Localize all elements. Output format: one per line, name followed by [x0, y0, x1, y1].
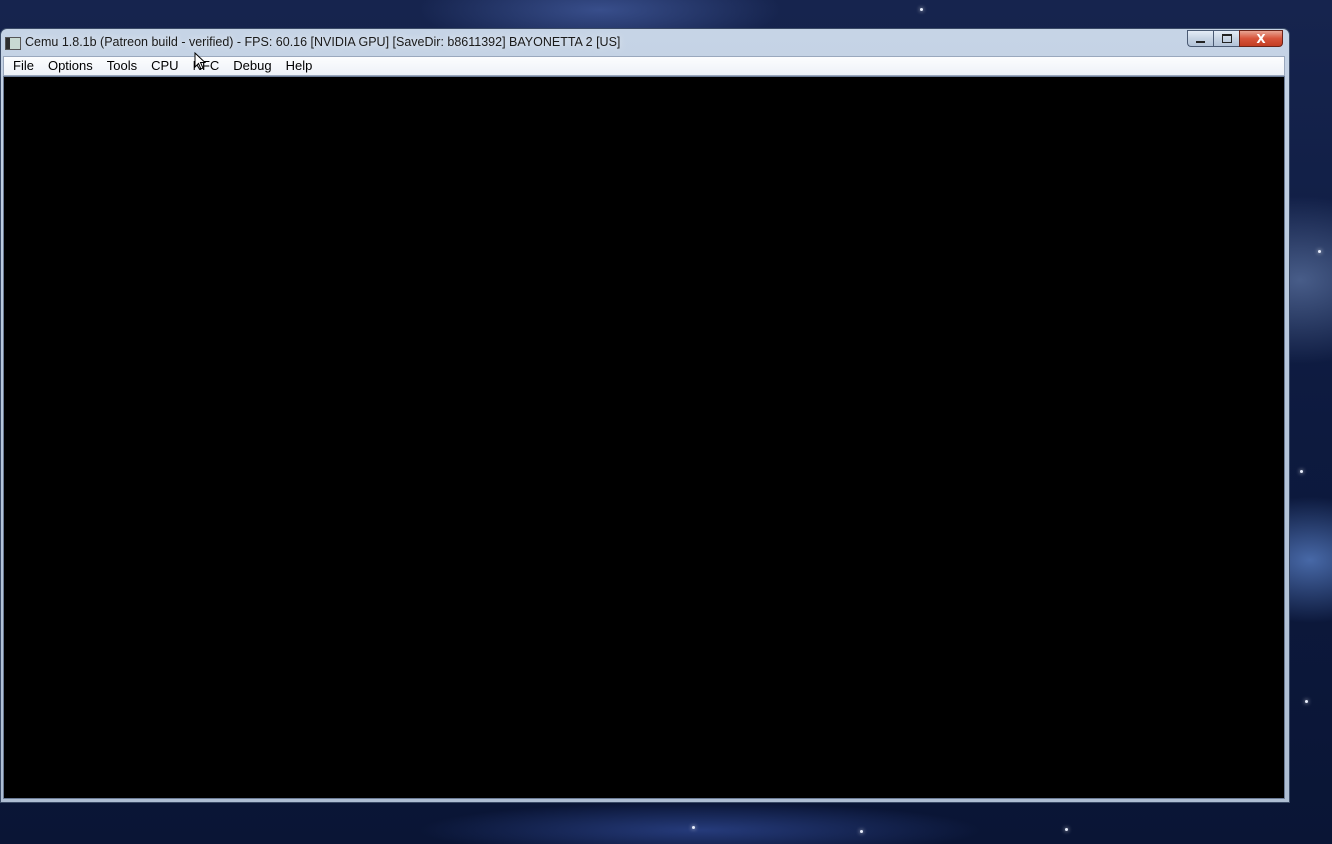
mouse-cursor-icon	[194, 52, 206, 70]
menu-file[interactable]: File	[6, 57, 41, 75]
wallpaper-star	[1065, 828, 1068, 831]
wallpaper-star	[920, 8, 923, 11]
close-icon: X	[1256, 31, 1266, 46]
wallpaper-star	[860, 830, 863, 833]
maximize-icon	[1221, 34, 1232, 43]
minimize-icon	[1196, 40, 1205, 43]
wallpaper-star	[692, 826, 695, 829]
maximize-button[interactable]	[1213, 30, 1239, 47]
menu-tools[interactable]: Tools	[100, 57, 144, 75]
window-title: Cemu 1.8.1b (Patreon build - verified) -…	[25, 35, 621, 49]
minimize-button[interactable]	[1187, 30, 1213, 47]
menu-options[interactable]: Options	[41, 57, 100, 75]
wallpaper-star	[1305, 700, 1308, 703]
menu-help[interactable]: Help	[279, 57, 320, 75]
close-button[interactable]: X	[1239, 30, 1283, 47]
wallpaper-star	[1318, 250, 1321, 253]
cemu-window[interactable]: Cemu 1.8.1b (Patreon build - verified) -…	[0, 28, 1290, 803]
menu-debug[interactable]: Debug	[226, 57, 278, 75]
cemu-app-icon[interactable]	[5, 37, 21, 50]
wallpaper-star	[1300, 470, 1303, 473]
caption-buttons: X	[1187, 30, 1283, 47]
menu-cpu[interactable]: CPU	[144, 57, 185, 75]
game-render-viewport[interactable]	[3, 76, 1285, 799]
